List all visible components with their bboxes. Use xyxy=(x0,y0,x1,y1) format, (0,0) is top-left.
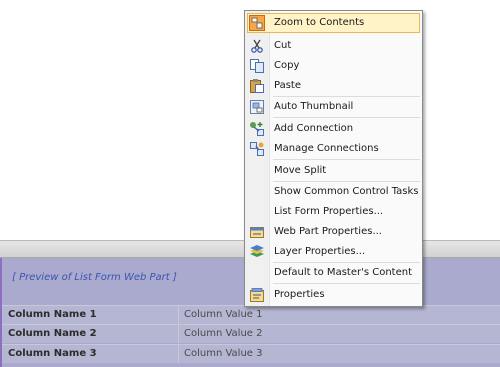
column-value: Column Value 3 xyxy=(184,348,263,359)
layer-properties-icon xyxy=(249,244,265,260)
web-part-title: [ Preview of List Form Web Part ] xyxy=(12,272,177,283)
menu-item-show-common-control-tasks[interactable]: Show Common Control Tasks xyxy=(245,182,422,202)
menu-item-label: Paste xyxy=(274,80,301,91)
menu-item-zoom-to-contents[interactable]: Zoom to Contents xyxy=(247,13,420,33)
properties-icon xyxy=(249,287,265,303)
menu-item-web-part-properties[interactable]: Web Part Properties... xyxy=(245,222,422,242)
menu-item-label: Web Part Properties... xyxy=(274,226,382,237)
menu-separator xyxy=(273,159,420,160)
menu-item-label: Auto Thumbnail xyxy=(274,101,354,112)
table-row[interactable]: Column Name 2 Column Value 2 xyxy=(2,324,500,343)
table-row[interactable]: Column Name 1 Column Value 1 xyxy=(2,305,500,324)
scissors-icon xyxy=(249,38,265,54)
menu-item-copy[interactable]: Copy xyxy=(245,56,422,76)
column-value: Column Value 2 xyxy=(184,328,263,339)
paste-icon xyxy=(249,78,265,94)
menu-item-paste[interactable]: Paste xyxy=(245,76,422,96)
column-name: Column Name 2 xyxy=(8,328,97,339)
menu-item-add-connection[interactable]: Add Connection xyxy=(245,119,422,139)
menu-item-auto-thumbnail[interactable]: Auto Thumbnail xyxy=(245,97,422,117)
menu-item-move-split[interactable]: Move Split xyxy=(245,161,422,181)
menu-item-label: Zoom to Contents xyxy=(274,17,365,28)
column-separator xyxy=(178,345,179,363)
copy-icon xyxy=(249,58,265,74)
menu-item-label: Manage Connections xyxy=(274,143,379,154)
menu-separator xyxy=(273,117,420,118)
column-value: Column Value 1 xyxy=(184,309,263,320)
web-part-properties-icon xyxy=(249,224,265,240)
column-name: Column Name 1 xyxy=(8,309,97,320)
menu-item-label: Copy xyxy=(274,60,300,71)
add-connection-icon xyxy=(249,121,265,137)
zoom-to-contents-icon xyxy=(249,15,265,31)
table-row[interactable]: Column Name 3 Column Value 3 xyxy=(2,344,500,363)
menu-item-label: Move Split xyxy=(274,165,327,176)
column-name: Column Name 3 xyxy=(8,348,97,359)
auto-thumbnail-icon xyxy=(249,99,265,115)
menu-item-label: Cut xyxy=(274,40,292,51)
menu-item-label: Show Common Control Tasks xyxy=(274,186,419,197)
menu-separator xyxy=(273,283,420,284)
menu-item-label: Layer Properties... xyxy=(274,246,366,257)
menu-item-label: Default to Master's Content xyxy=(274,267,412,278)
menu-item-label: Add Connection xyxy=(274,123,354,134)
menu-item-layer-properties[interactable]: Layer Properties... xyxy=(245,242,422,262)
menu-item-properties[interactable]: Properties xyxy=(245,285,422,305)
menu-item-label: Properties xyxy=(274,289,325,300)
column-separator xyxy=(178,306,179,324)
menu-item-list-form-properties[interactable]: List Form Properties... xyxy=(245,202,422,222)
menu-item-default-to-masters-content[interactable]: Default to Master's Content xyxy=(245,263,422,283)
manage-connections-icon xyxy=(249,141,265,157)
menu-item-manage-connections[interactable]: Manage Connections xyxy=(245,139,422,159)
column-separator xyxy=(178,325,179,343)
menu-item-cut[interactable]: Cut xyxy=(245,36,422,56)
context-menu: Zoom to Contents Cut Copy Paste Auto Thu… xyxy=(244,10,423,307)
menu-item-label: List Form Properties... xyxy=(274,206,384,217)
